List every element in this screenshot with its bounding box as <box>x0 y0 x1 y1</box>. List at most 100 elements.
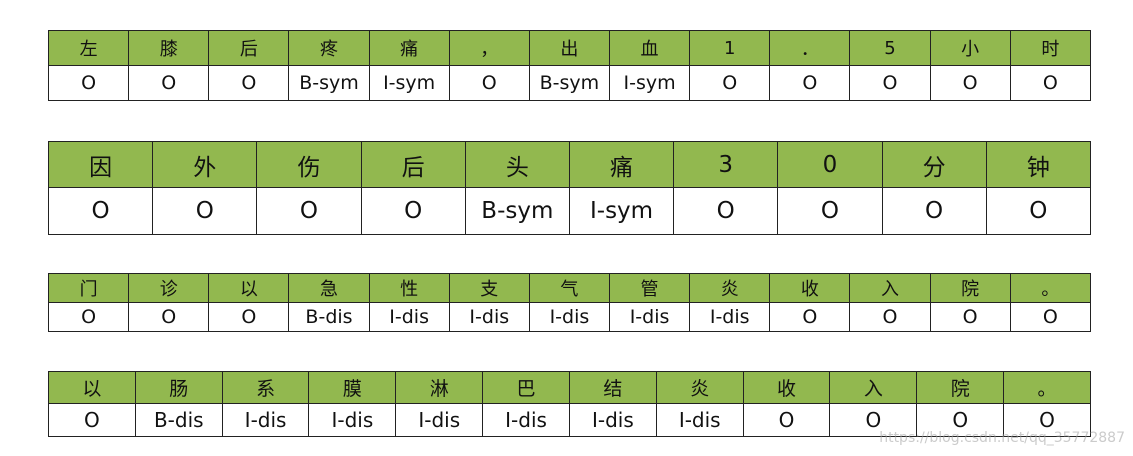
watermark: https://blog.csdn.net/qq_35772887 <box>879 430 1125 446</box>
tag-cell: O <box>689 65 771 101</box>
char-cell: 以 <box>208 273 290 303</box>
char-cell: 气 <box>528 273 610 303</box>
tag-cell: O <box>769 65 851 101</box>
tag-cell: O <box>1009 65 1092 101</box>
tag-cell: O <box>47 302 130 332</box>
tag-cell: I-dis <box>308 403 397 437</box>
tag-row: O O O O B-sym I-sym O O O O <box>47 187 1092 235</box>
tag-cell: O <box>47 187 154 235</box>
char-cell: ， <box>448 30 530 66</box>
tag-cell: B-sym <box>464 187 570 235</box>
tag-cell: I-dis <box>221 403 310 437</box>
tag-cell: O <box>985 187 1092 235</box>
tag-cell: I-dis <box>689 302 771 332</box>
char-cell: 1 <box>689 30 771 66</box>
tag-cell: I-sym <box>568 187 675 235</box>
char-cell: 入 <box>829 371 918 404</box>
tag-cell: B-sym <box>528 65 610 101</box>
char-cell: 以 <box>48 371 136 404</box>
tag-cell: O <box>881 187 987 235</box>
tag-cell: O <box>128 65 210 101</box>
char-cell: 。 <box>1003 371 1091 404</box>
ner-table-4: 以 肠 系 膜 淋 巴 结 炎 收 入 院 。 O B-dis I-dis I-… <box>48 371 1091 437</box>
char-cell: 巴 <box>482 371 570 404</box>
tag-cell: I-dis <box>395 403 484 437</box>
tag-cell: O <box>448 65 530 101</box>
tag-cell: O <box>1009 302 1092 332</box>
char-cell: 头 <box>464 141 570 188</box>
char-cell: 炎 <box>655 371 744 404</box>
char-cell: 分 <box>881 141 987 188</box>
char-cell: 膜 <box>308 371 397 404</box>
char-row: 因 外 伤 后 头 痛 3 0 分 钟 <box>47 141 1092 188</box>
char-cell: 管 <box>608 273 691 303</box>
tag-cell: O <box>673 187 779 235</box>
char-cell: 外 <box>152 141 258 188</box>
tag-cell: B-dis <box>134 403 223 437</box>
char-cell: 肠 <box>134 371 223 404</box>
char-row: 左 膝 后 疼 痛 ， 出 血 1 ． 5 小 时 <box>47 30 1092 66</box>
ner-table-2: 因 外 伤 后 头 痛 3 0 分 钟 O O O O B-sym I-sym … <box>47 141 1092 235</box>
char-cell: 收 <box>769 273 851 303</box>
char-cell: 疼 <box>288 30 370 66</box>
char-cell: 系 <box>221 371 310 404</box>
char-cell: 钟 <box>985 141 1092 188</box>
tag-cell: O <box>152 187 258 235</box>
char-cell: ． <box>769 30 851 66</box>
char-cell: 支 <box>448 273 530 303</box>
char-cell: 。 <box>1009 273 1092 303</box>
tag-cell: I-dis <box>608 302 691 332</box>
tag-row: O O O B-sym I-sym O B-sym I-sym O O O O … <box>47 65 1092 101</box>
tag-cell: O <box>48 403 136 437</box>
tag-cell: B-sym <box>288 65 370 101</box>
tag-cell: I-dis <box>528 302 610 332</box>
char-cell: 出 <box>528 30 610 66</box>
char-cell: 后 <box>208 30 290 66</box>
char-cell: 急 <box>288 273 370 303</box>
tag-cell: O <box>256 187 362 235</box>
char-cell: 痛 <box>368 30 450 66</box>
char-cell: 小 <box>929 30 1011 66</box>
char-cell: 痛 <box>568 141 675 188</box>
char-cell: 5 <box>849 30 931 66</box>
tag-cell: I-sym <box>608 65 691 101</box>
char-cell: 院 <box>929 273 1011 303</box>
char-cell: 炎 <box>689 273 771 303</box>
tag-cell: B-dis <box>288 302 370 332</box>
char-row: 以 肠 系 膜 淋 巴 结 炎 收 入 院 。 <box>48 371 1091 404</box>
char-row: 门 诊 以 急 性 支 气 管 炎 收 入 院 。 <box>47 273 1092 303</box>
tag-cell: I-dis <box>448 302 530 332</box>
char-cell: 诊 <box>128 273 210 303</box>
char-cell: 门 <box>47 273 130 303</box>
char-cell: 性 <box>368 273 450 303</box>
char-cell: 0 <box>777 141 883 188</box>
tag-row: O O O B-dis I-dis I-dis I-dis I-dis I-di… <box>47 302 1092 332</box>
tag-cell: I-sym <box>368 65 450 101</box>
char-cell: 收 <box>742 371 831 404</box>
tag-cell: O <box>929 302 1011 332</box>
tag-cell: O <box>929 65 1011 101</box>
tag-cell: I-dis <box>568 403 657 437</box>
char-cell: 血 <box>608 30 691 66</box>
char-cell: 院 <box>916 371 1005 404</box>
tag-cell: O <box>769 302 851 332</box>
char-cell: 左 <box>47 30 130 66</box>
ner-table-1: 左 膝 后 疼 痛 ， 出 血 1 ． 5 小 时 O O O B-sym I-… <box>47 30 1092 101</box>
char-cell: 3 <box>673 141 779 188</box>
char-cell: 膝 <box>128 30 210 66</box>
char-cell: 后 <box>360 141 466 188</box>
tag-cell: O <box>208 65 290 101</box>
char-cell: 伤 <box>256 141 362 188</box>
ner-table-3: 门 诊 以 急 性 支 气 管 炎 收 入 院 。 O O O B-dis I-… <box>47 273 1092 332</box>
tag-cell: O <box>208 302 290 332</box>
tag-cell: I-dis <box>368 302 450 332</box>
char-cell: 淋 <box>395 371 484 404</box>
char-cell: 因 <box>47 141 154 188</box>
char-cell: 结 <box>568 371 657 404</box>
tag-cell: I-dis <box>655 403 744 437</box>
tag-cell: O <box>742 403 831 437</box>
tag-cell: O <box>777 187 883 235</box>
tag-cell: O <box>849 65 931 101</box>
tag-cell: O <box>128 302 210 332</box>
char-cell: 入 <box>849 273 931 303</box>
